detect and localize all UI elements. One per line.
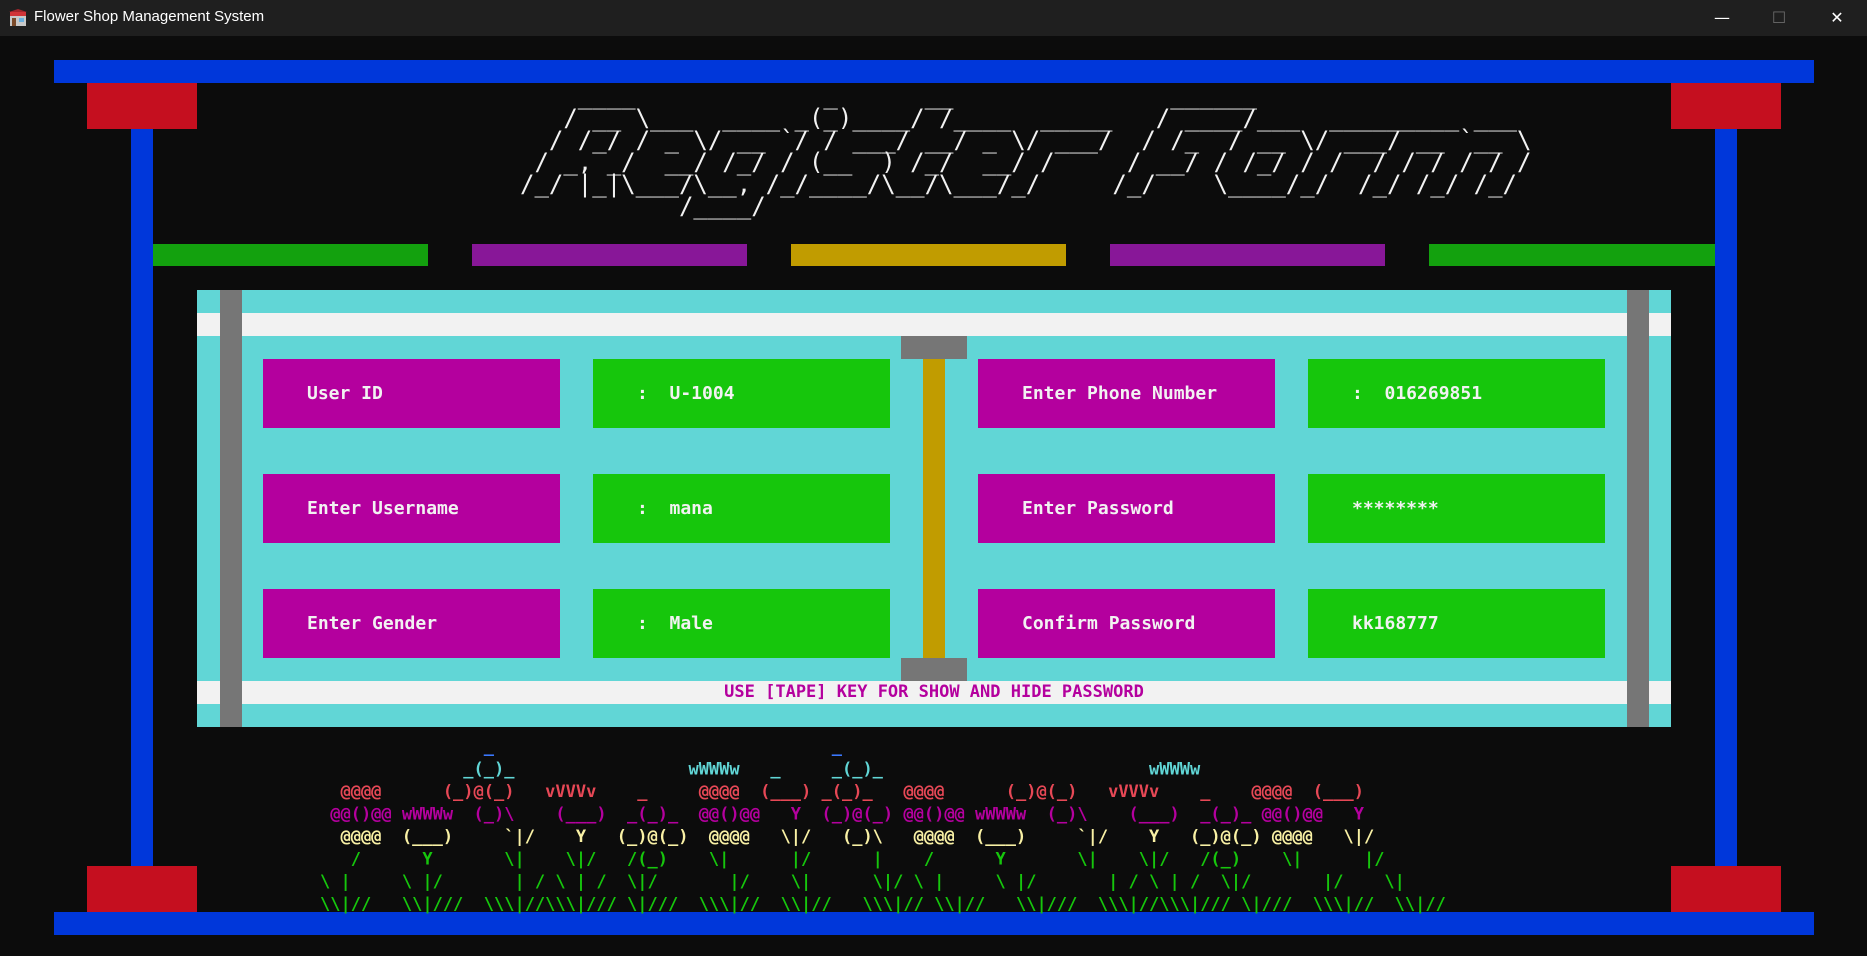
minimize-icon: — bbox=[1714, 8, 1730, 27]
confirm-password-label: Confirm Password bbox=[978, 589, 1275, 658]
flower-art-line: _ _ bbox=[320, 737, 843, 757]
user-id-field[interactable]: : U-1004 bbox=[593, 359, 890, 428]
divider-stripe bbox=[1429, 244, 1715, 266]
flower-art-line: @@()@@ wWWWw (_)\ (___) _(_)_ @@()@@ Y (… bbox=[320, 805, 1365, 825]
form-top-band bbox=[197, 313, 1671, 336]
divider-cap-top bbox=[901, 336, 967, 359]
gender-field[interactable]: : Male bbox=[593, 589, 890, 658]
frame-corner-top-left bbox=[87, 83, 197, 129]
maximize-icon: ☐ bbox=[1771, 8, 1787, 27]
frame-right-pillar bbox=[1715, 128, 1737, 866]
divider-stripe bbox=[472, 244, 747, 266]
form-right-post bbox=[1627, 290, 1649, 727]
flower-art-line: @@@@ (_)@(_) vVVVv _ @@@@ (___) _(_)_ @@… bbox=[320, 782, 1364, 802]
shop-icon bbox=[9, 9, 27, 26]
flower-art-line: \ | \ |/ | / \ | / \|/ |/ \| \|/ \ | \ |… bbox=[320, 872, 1405, 892]
divider-stripe bbox=[791, 244, 1066, 266]
close-button[interactable]: ✕ bbox=[1807, 0, 1867, 36]
username-label: Enter Username bbox=[263, 474, 560, 543]
flower-art-line: @@@@ (___) `|/ Y (_)@(_) @@@@ \|/ (_)\ @… bbox=[320, 827, 1374, 847]
username-field[interactable]: : mana bbox=[593, 474, 890, 543]
minimize-button[interactable]: — bbox=[1692, 0, 1752, 36]
password-field[interactable]: ******** bbox=[1308, 474, 1605, 543]
form-left-post bbox=[220, 290, 242, 727]
phone-number-field[interactable]: : 016269851 bbox=[1308, 359, 1605, 428]
flower-art-line: \\|// \\|/// \\\|//\\\|/// \|/// \\\|// … bbox=[320, 895, 1446, 915]
user-id-label: User ID bbox=[263, 359, 560, 428]
window-title: Flower Shop Management System bbox=[34, 8, 265, 25]
frame-top-bar bbox=[54, 60, 1814, 83]
frame-bottom-bar bbox=[54, 912, 1814, 935]
window-titlebar[interactable] bbox=[0, 0, 1867, 36]
gender-label: Enter Gender bbox=[263, 589, 560, 658]
frame-left-pillar bbox=[131, 128, 153, 866]
frame-corner-bottom-right bbox=[1671, 866, 1781, 912]
close-icon: ✕ bbox=[1830, 8, 1844, 27]
divider-cap-bottom bbox=[901, 658, 967, 681]
maximize-button[interactable]: ☐ bbox=[1749, 0, 1809, 36]
frame-corner-bottom-left bbox=[87, 866, 197, 912]
flower-art-line: / Y \| \|/ /(_) \| |/ | / Y \| \|/ /(_) … bbox=[320, 850, 1384, 870]
password-label: Enter Password bbox=[978, 474, 1275, 543]
form-column-divider bbox=[923, 359, 945, 658]
phone-number-label: Enter Phone Number bbox=[978, 359, 1275, 428]
password-toggle-hint: USE [TAPE] KEY FOR SHOW AND HIDE PASSWOR… bbox=[724, 682, 1144, 702]
flower-garden-art: _ _ _(_)_ wWWWw _ _(_)_ wWWWw @@@@ (_)@(… bbox=[320, 734, 1560, 914]
divider-stripe bbox=[1110, 244, 1385, 266]
register-form-ascii-title: ____ _ __ ______ / __ \___ ____ _(_)____… bbox=[520, 82, 1532, 220]
confirm-password-field[interactable]: kk168777 bbox=[1308, 589, 1605, 658]
frame-corner-top-right bbox=[1671, 83, 1781, 129]
divider-stripe bbox=[153, 244, 428, 266]
flower-art-line: _(_)_ wWWWw _ _(_)_ wWWWw bbox=[320, 760, 1201, 780]
